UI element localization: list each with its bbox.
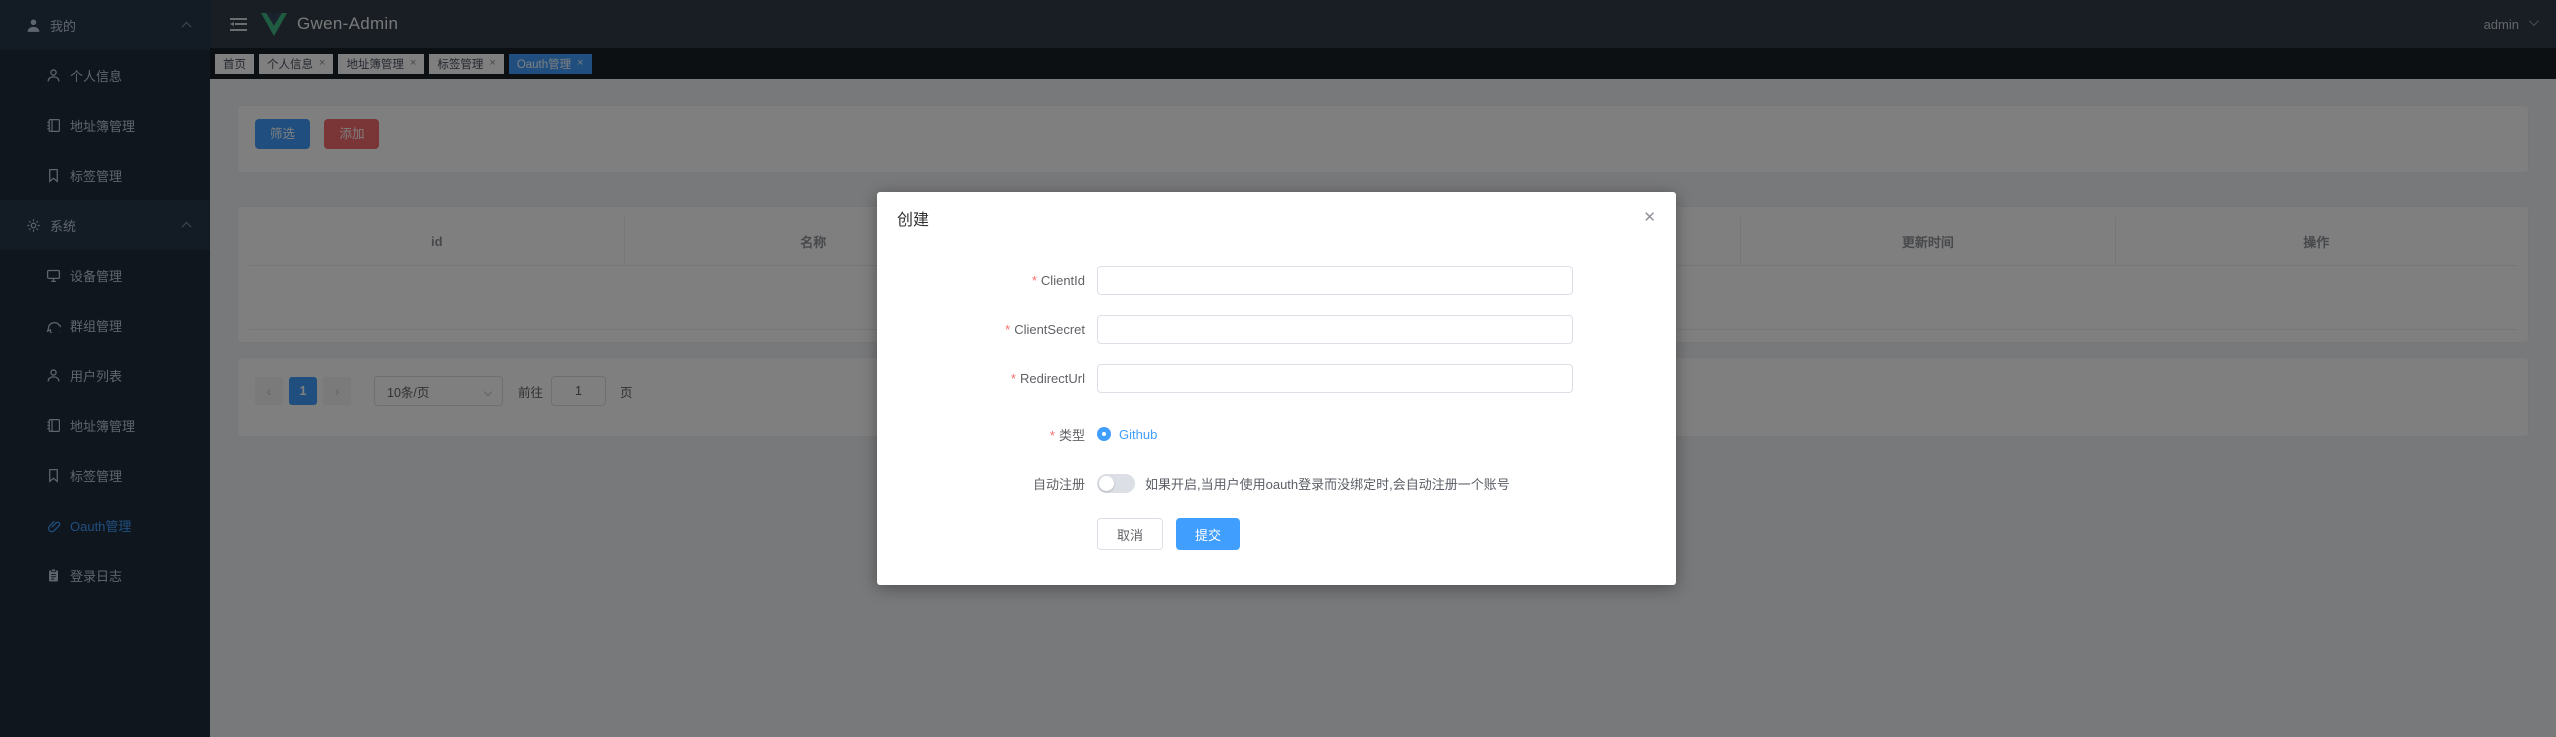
dialog-body: *ClientId *ClientSecret *RedirectUrl *类型 G…	[877, 232, 1676, 550]
type-field-row: *类型 Github	[877, 424, 1676, 444]
field-label: *ClientSecret	[877, 322, 1097, 337]
auto-register-hint: 如果开启,当用户使用oauth登录而没绑定时,会自动注册一个账号	[1145, 474, 1510, 493]
form-row-ClientSecret: *ClientSecret	[877, 315, 1676, 344]
dialog-footer: 取消 提交	[1097, 518, 1676, 550]
auto-register-row: 自动注册 如果开启,当用户使用oauth登录而没绑定时,会自动注册一个账号	[877, 473, 1676, 493]
clientsecret-input[interactable]	[1097, 315, 1573, 344]
form-row-RedirectUrl: *RedirectUrl	[877, 364, 1676, 393]
create-dialog: 创建 ✕ *ClientId *ClientSecret *RedirectUrl …	[877, 192, 1676, 585]
field-label: *RedirectUrl	[877, 371, 1097, 386]
submit-button[interactable]: 提交	[1176, 518, 1240, 550]
github-radio-label[interactable]: Github	[1119, 427, 1157, 442]
auto-register-toggle[interactable]	[1097, 474, 1135, 493]
cancel-button[interactable]: 取消	[1097, 518, 1163, 550]
required-asterisk: *	[1050, 428, 1055, 443]
required-asterisk: *	[1032, 273, 1037, 288]
clientid-input[interactable]	[1097, 266, 1573, 295]
github-radio[interactable]	[1097, 427, 1111, 441]
required-asterisk: *	[1011, 371, 1016, 386]
form-row-ClientId: *ClientId	[877, 266, 1676, 295]
auto-register-label: 自动注册	[877, 474, 1097, 493]
type-field-label: *类型	[877, 425, 1097, 444]
close-icon[interactable]: ✕	[1639, 206, 1660, 229]
field-label: *ClientId	[877, 273, 1097, 288]
redirecturl-input[interactable]	[1097, 364, 1573, 393]
dialog-header: 创建 ✕	[877, 192, 1676, 232]
required-asterisk: *	[1005, 322, 1010, 337]
app: 我的个人信息地址簿管理标签管理系统设备管理群组管理用户列表地址簿管理标签管理Oa…	[0, 0, 2556, 737]
dialog-title: 创建	[897, 212, 929, 229]
